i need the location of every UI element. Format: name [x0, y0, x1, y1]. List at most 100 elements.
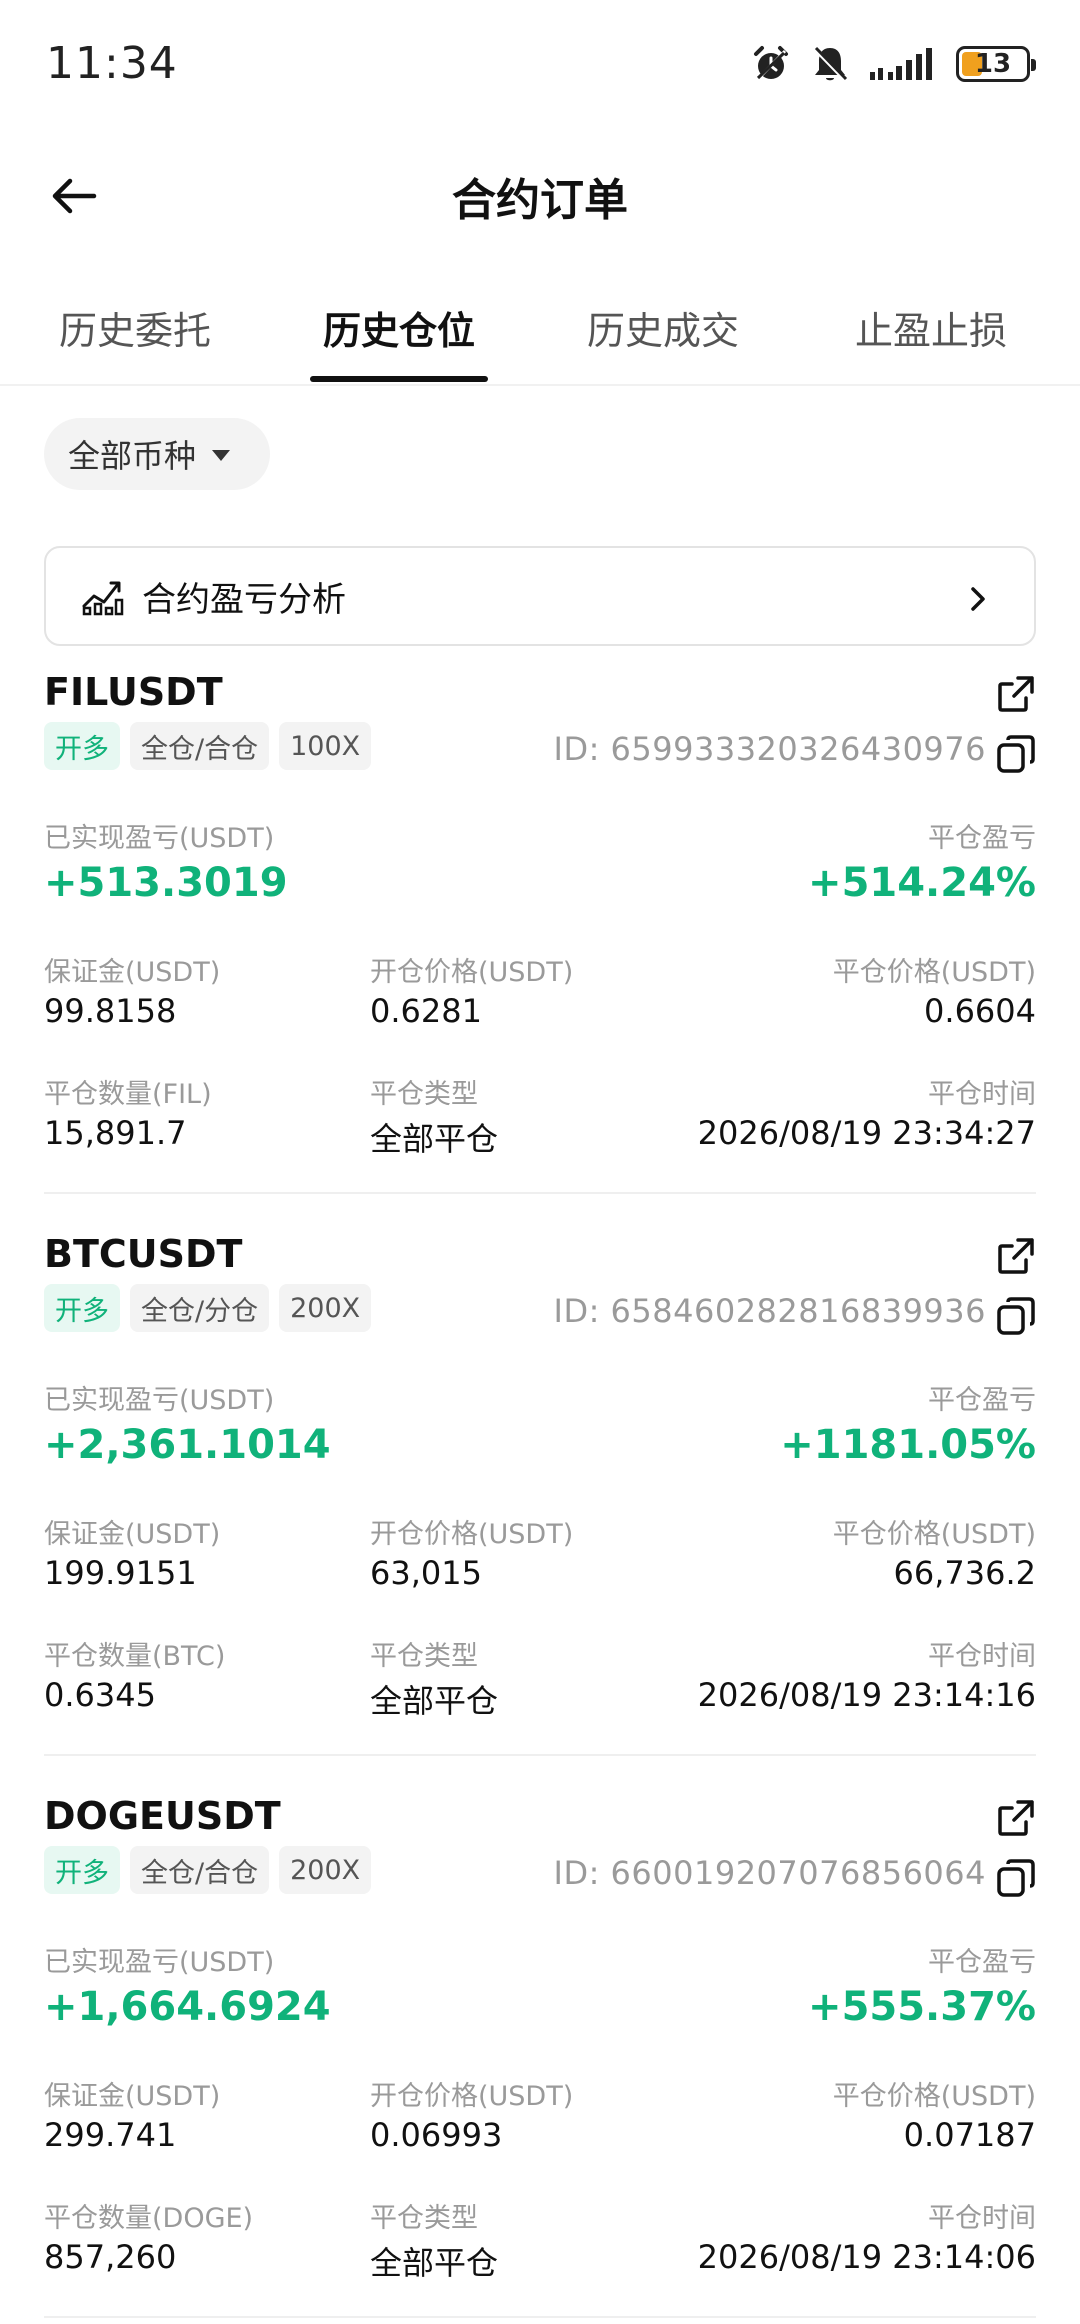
open-price-label: 开仓价格(USDT): [370, 957, 574, 988]
order-symbol: DOGEUSDT: [44, 1794, 281, 1838]
status-bar: 11:34 13: [0, 0, 1080, 130]
copy-icon[interactable]: [996, 1858, 1036, 1898]
close-type-label: 平仓类型: [370, 1079, 478, 1110]
close-qty-value: 857,260: [44, 2238, 177, 2276]
close-type-value: 全部平仓: [370, 1120, 499, 1158]
header: 合约订单: [0, 150, 1080, 236]
share-icon[interactable]: [996, 674, 1036, 714]
tab-tp-sl[interactable]: 止盈止损: [796, 300, 1066, 355]
close-time-label: 平仓时间: [928, 2203, 1036, 2234]
order-card: BTCUSDT 开多 全仓/分仓 200X ID: 65846028281683…: [44, 1232, 1036, 1794]
divider: [44, 2316, 1036, 2318]
direction-tag: 开多: [44, 1284, 120, 1332]
margin-label: 保证金(USDT): [44, 2081, 221, 2112]
order-id: ID: 658460282816839936: [553, 1292, 986, 1330]
margin-label: 保证金(USDT): [44, 957, 221, 988]
close-price-value: 0.6604: [924, 992, 1036, 1030]
close-qty-label: 平仓数量(FIL): [44, 1079, 212, 1110]
margin-mode-tag: 全仓/合仓: [130, 722, 270, 770]
close-pnl-label: 平仓盈亏: [928, 823, 1036, 854]
close-price-label: 平仓价格(USDT): [832, 1519, 1036, 1550]
close-type-label: 平仓类型: [370, 1641, 478, 1672]
share-icon[interactable]: [996, 1798, 1036, 1838]
close-type-value: 全部平仓: [370, 2244, 499, 2282]
margin-mode-tag: 全仓/分仓: [130, 1284, 270, 1332]
active-tab-indicator: [310, 376, 488, 382]
share-icon[interactable]: [996, 1236, 1036, 1276]
open-price-value: 63,015: [370, 1554, 482, 1592]
copy-icon[interactable]: [996, 734, 1036, 774]
tab-history-trades[interactable]: 历史成交: [528, 300, 798, 355]
open-price-label: 开仓价格(USDT): [370, 1519, 574, 1550]
order-card: FILUSDT 开多 全仓/合仓 100X ID: 65993332032643…: [44, 670, 1036, 1232]
margin-label: 保证金(USDT): [44, 1519, 221, 1550]
leverage-tag: 100X: [279, 722, 372, 770]
status-icons: 13: [752, 44, 1036, 84]
open-price-value: 0.6281: [370, 992, 482, 1030]
divider: [44, 1192, 1036, 1194]
close-pnl-label: 平仓盈亏: [928, 1947, 1036, 1978]
open-price-value: 0.06993: [370, 2116, 503, 2154]
alarm-icon: [754, 46, 788, 82]
chart-icon: [82, 581, 124, 616]
leverage-tag: 200X: [279, 1284, 372, 1332]
order-symbol: BTCUSDT: [44, 1232, 243, 1276]
close-qty-value: 15,891.7: [44, 1114, 187, 1152]
tab-history-positions[interactable]: 历史仓位: [264, 300, 534, 355]
realized-pnl-value: +1,664.6924: [44, 1984, 331, 2030]
tab-bar: 历史委托 历史仓位 历史成交 止盈止损: [0, 280, 1080, 386]
close-pnl-value: +514.24%: [808, 860, 1036, 906]
close-type-value: 全部平仓: [370, 1682, 499, 1720]
battery-icon: 13: [956, 46, 1036, 82]
coin-filter-dropdown[interactable]: 全部币种: [44, 418, 270, 490]
close-type-label: 平仓类型: [370, 2203, 478, 2234]
open-price-label: 开仓价格(USDT): [370, 2081, 574, 2112]
realized-pnl-value: +513.3019: [44, 860, 288, 906]
order-id: ID: 660019207076856064: [553, 1854, 986, 1892]
close-pnl-label: 平仓盈亏: [928, 1385, 1036, 1416]
close-qty-value: 0.6345: [44, 1676, 156, 1714]
realized-pnl-label: 已实现盈亏(USDT): [44, 1947, 275, 1978]
order-tags: 开多 全仓/分仓 200X: [44, 1284, 372, 1332]
margin-value: 199.9151: [44, 1554, 197, 1592]
margin-value: 299.741: [44, 2116, 177, 2154]
margin-mode-tag: 全仓/合仓: [130, 1846, 270, 1894]
bell-off-icon: [813, 46, 848, 82]
status-time: 11:34: [46, 38, 178, 89]
direction-tag: 开多: [44, 1846, 120, 1894]
close-time-value: 2026/08/19 23:14:16: [697, 1676, 1036, 1714]
page-title: 合约订单: [452, 175, 628, 226]
order-tags: 开多 全仓/合仓 100X: [44, 722, 372, 770]
close-price-value: 0.07187: [903, 2116, 1036, 2154]
close-pnl-value: +1181.05%: [780, 1422, 1036, 1468]
direction-tag: 开多: [44, 722, 120, 770]
realized-pnl-label: 已实现盈亏(USDT): [44, 823, 275, 854]
close-price-label: 平仓价格(USDT): [832, 957, 1036, 988]
copy-icon[interactable]: [996, 1296, 1036, 1336]
realized-pnl-label: 已实现盈亏(USDT): [44, 1385, 275, 1416]
close-time-value: 2026/08/19 23:34:27: [697, 1114, 1036, 1152]
margin-value: 99.8158: [44, 992, 177, 1030]
close-price-value: 66,736.2: [893, 1554, 1037, 1592]
close-time-label: 平仓时间: [928, 1079, 1036, 1110]
coin-filter-label: 全部币种: [68, 437, 197, 475]
divider: [44, 1754, 1036, 1756]
chevron-right-icon: [971, 587, 985, 611]
order-symbol: FILUSDT: [44, 670, 223, 714]
caret-down-icon: [212, 449, 231, 461]
close-qty-label: 平仓数量(DOGE): [44, 2203, 254, 2234]
order-card: DOGEUSDT 开多 全仓/合仓 200X ID: 6600192070768…: [44, 1794, 1036, 2324]
pnl-analysis-label: 合约盈亏分析: [142, 579, 346, 620]
leverage-tag: 200X: [279, 1846, 372, 1894]
realized-pnl-value: +2,361.1014: [44, 1422, 331, 1468]
battery-level: 13: [974, 49, 1012, 79]
close-qty-label: 平仓数量(BTC): [44, 1641, 226, 1672]
order-id: ID: 659933320326430976: [553, 730, 986, 768]
signal-icon: [870, 48, 932, 80]
tab-history-orders[interactable]: 历史委托: [0, 300, 270, 355]
close-time-value: 2026/08/19 23:14:06: [697, 2238, 1036, 2276]
close-price-label: 平仓价格(USDT): [832, 2081, 1036, 2112]
close-pnl-value: +555.37%: [808, 1984, 1036, 2030]
pnl-analysis-button[interactable]: 合约盈亏分析: [44, 546, 1036, 646]
order-tags: 开多 全仓/合仓 200X: [44, 1846, 372, 1894]
